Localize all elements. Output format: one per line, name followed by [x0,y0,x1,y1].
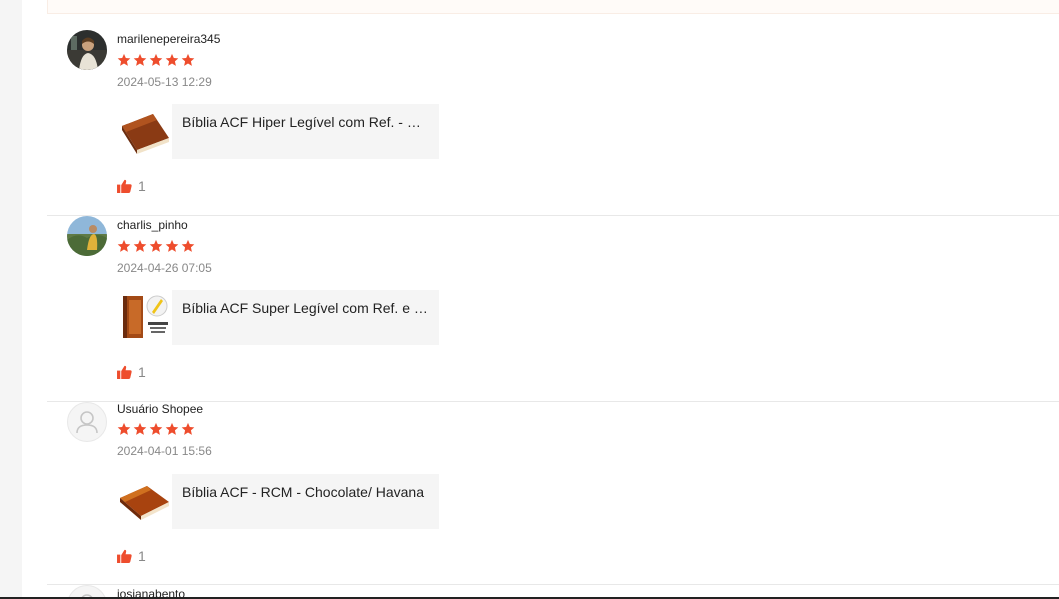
product-card[interactable]: Bíblia ACF - RCM - Chocolate/ Havana [117,474,439,529]
star-icon [117,422,131,435]
star-icon [165,239,179,252]
star-icon [165,53,179,66]
review-item: charlis_pinho 2024-04-26 07:05 Bíblia AC… [47,216,1059,402]
like-button[interactable]: 1 [117,365,146,379]
like-count: 1 [138,364,146,380]
rating-stars [117,239,195,253]
star-icon [133,239,147,252]
star-icon [181,422,195,435]
product-thumbnail[interactable] [117,474,172,529]
review-date: 2024-05-13 12:29 [117,75,212,89]
product-thumbnail[interactable] [117,104,172,159]
thumbs-up-icon [117,365,132,379]
review-date: 2024-04-01 15:56 [117,444,212,458]
review-username[interactable]: marilenepereira345 [117,32,220,46]
review-date: 2024-04-26 07:05 [117,261,212,275]
review-item: Usuário Shopee 2024-04-01 15:56 Bíblia A… [47,402,1059,585]
like-button[interactable]: 1 [117,549,146,563]
product-thumbnail[interactable] [117,290,172,345]
rating-stars [117,422,195,436]
star-icon [181,239,195,252]
product-card[interactable]: Bíblia ACF Super Legível com Ref. e Marc… [117,290,439,345]
like-count: 1 [138,548,146,564]
avatar[interactable] [67,216,107,256]
thumbs-up-icon [117,179,132,193]
review-username[interactable]: Usuário Shopee [117,402,203,416]
avatar[interactable] [67,30,107,70]
product-name[interactable]: Bíblia ACF - RCM - Chocolate/ Havana [172,474,439,500]
thumbs-up-icon [117,549,132,563]
star-icon [181,53,195,66]
star-icon [117,53,131,66]
product-name[interactable]: Bíblia ACF Super Legível com Ref. e Marc… [172,290,439,316]
star-icon [149,53,163,66]
left-gutter [0,0,22,599]
star-icon [133,422,147,435]
reviews-page: marilenepereira345 2024-05-13 12:29 Bíbl… [0,0,1059,599]
like-count: 1 [138,178,146,194]
product-card[interactable]: Bíblia ACF Hiper Legível com Ref. - Marr… [117,104,439,159]
star-icon [117,239,131,252]
star-icon [133,53,147,66]
product-name[interactable]: Bíblia ACF Hiper Legível com Ref. - Marr… [172,104,439,130]
star-icon [149,422,163,435]
avatar[interactable] [67,402,107,442]
rating-summary-banner [47,0,1059,14]
review-item: marilenepereira345 2024-05-13 12:29 Bíbl… [47,14,1059,216]
like-button[interactable]: 1 [117,179,146,193]
star-icon [165,422,179,435]
star-icon [149,239,163,252]
review-username[interactable]: charlis_pinho [117,218,188,232]
rating-stars [117,53,195,67]
